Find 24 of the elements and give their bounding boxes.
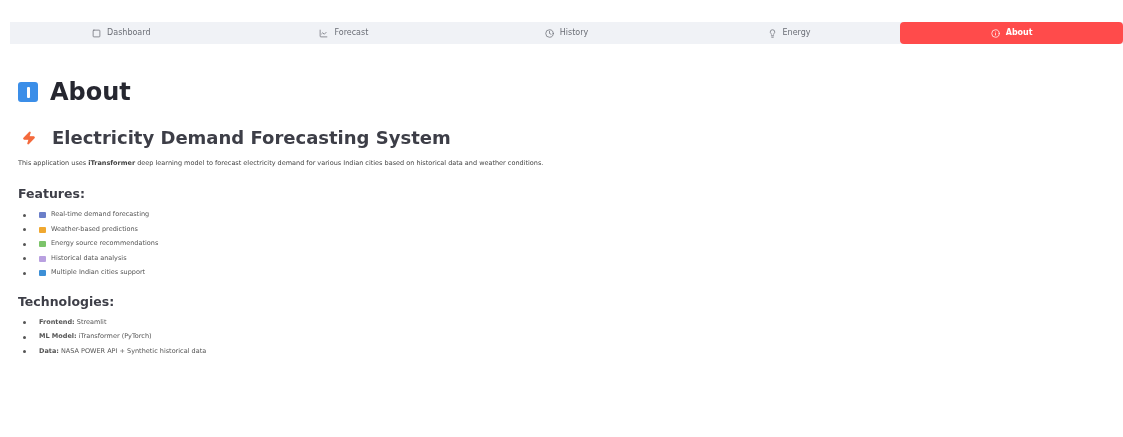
bullet-icon [23,228,26,231]
lightning-icon [22,130,36,145]
nav-tab[interactable]: About [900,22,1123,44]
nav-tab[interactable]: Dashboard [10,22,233,44]
info-icon [990,28,1000,38]
nav-tab[interactable]: History [455,22,678,44]
bullet-icon [23,242,26,246]
bullet-icon [23,321,26,325]
bullet-icon [23,213,26,217]
nav-tab[interactable]: Energy [677,22,901,44]
square-icon [92,28,102,38]
bullet-icon [23,271,26,275]
clock-icon [544,28,554,38]
features-heading: Features: [18,184,86,203]
bullet-icon [23,257,26,260]
bullet-icon [23,335,26,339]
lightbulb-icon [767,28,777,38]
chart-icon [319,28,329,38]
bullet-icon [23,350,26,354]
nav-tab[interactable]: Forecast [232,22,456,44]
info-icon [18,82,38,102]
technologies-heading: Technologies: [18,292,116,311]
page-title: About [50,77,131,108]
section-title: Electricity Demand Forecasting System [52,126,451,150]
